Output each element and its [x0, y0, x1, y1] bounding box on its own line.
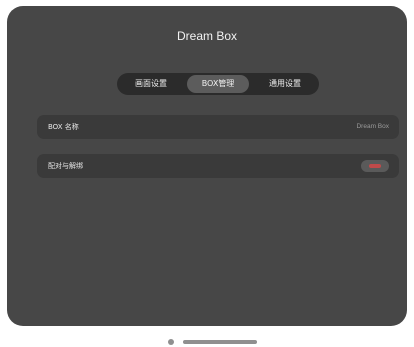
page-title: Dream Box	[176, 29, 238, 43]
tab-bar: 画面设置 BOX管理 通用设置	[117, 73, 319, 95]
tab-general-settings[interactable]: 通用设置	[255, 75, 315, 93]
page-indicator-dot	[168, 339, 174, 345]
box-name-value: Dream Box	[356, 123, 389, 130]
pairing-row: 配对与解绑	[37, 154, 399, 178]
box-name-label: BOX 名称	[48, 123, 79, 131]
settings-panel: Dream Box 画面设置 BOX管理 通用设置 BOX 名称 Dream B…	[7, 6, 407, 326]
pairing-label: 配对与解绑	[48, 162, 83, 170]
box-name-row[interactable]: BOX 名称 Dream Box	[37, 115, 399, 139]
home-indicator-bar[interactable]	[183, 340, 257, 344]
pairing-toggle[interactable]	[361, 160, 389, 172]
toggle-indicator	[369, 164, 381, 168]
tab-box-management[interactable]: BOX管理	[187, 75, 249, 93]
tab-picture-settings[interactable]: 画面设置	[121, 75, 181, 93]
